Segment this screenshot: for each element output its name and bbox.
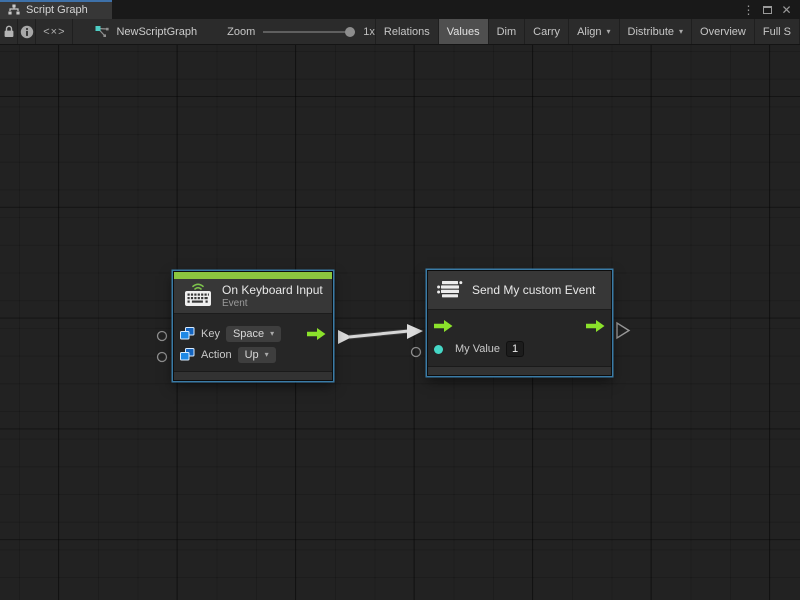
node-header[interactable]: On Keyboard Input Event [174, 279, 332, 313]
input-port-action[interactable] [158, 353, 167, 362]
zoom-slider-handle[interactable] [345, 27, 355, 37]
code-preview-toggle[interactable]: <×> [36, 19, 73, 44]
key-dropdown[interactable]: Space ▾ [226, 326, 281, 342]
tab-script-graph[interactable]: Script Graph [0, 0, 112, 19]
port-label-action: Action [201, 349, 232, 361]
zoom-control: Zoom 1x [227, 19, 375, 44]
control-input-arrow-icon[interactable] [434, 320, 453, 332]
values-button[interactable]: Values [439, 19, 489, 44]
connection-arrowhead [407, 324, 423, 339]
event-color-bar [174, 272, 332, 279]
script-graph-window: Script Graph ⋮ ✕ <×> [0, 0, 800, 600]
node-footer [174, 371, 332, 380]
node-footer [428, 366, 611, 375]
zoom-slider[interactable] [263, 27, 355, 37]
port-label-my-value: My Value [455, 343, 500, 355]
graph-name: NewScriptGraph [116, 26, 197, 38]
node-title: Send My custom Event [472, 283, 595, 297]
align-dropdown-button[interactable]: Align ▾ [569, 19, 619, 44]
node-on-keyboard-input[interactable]: On Keyboard Input Event Key Space ▾ [173, 271, 333, 381]
zoom-label: Zoom [227, 26, 255, 38]
tab-label: Script Graph [26, 4, 88, 16]
chevron-down-icon: ▾ [679, 27, 683, 36]
close-icon[interactable]: ✕ [779, 2, 794, 17]
node-subtitle: Event [222, 298, 323, 309]
tab-accent-line [0, 0, 112, 2]
input-port-key[interactable] [158, 332, 167, 341]
action-dropdown[interactable]: Up ▾ [238, 347, 276, 363]
node-body: Key Space ▾ Action [174, 313, 332, 371]
script-graph-icon [8, 4, 20, 16]
connection-wire-outline [349, 331, 409, 337]
my-value-input[interactable]: 1 [506, 341, 524, 357]
port-row-key: Key Space ▾ [180, 323, 326, 344]
graph-asset-icon [95, 25, 110, 38]
window-menu-icon[interactable]: ⋮ [741, 2, 756, 17]
value-literal-icon [180, 327, 195, 340]
keyboard-icon [183, 283, 213, 309]
control-output-arrow-icon[interactable] [307, 328, 326, 340]
connection-wire[interactable] [349, 331, 409, 337]
graph-toolbar: <×> NewScriptGraph Zoom 1x Relations [0, 19, 800, 45]
port-row-my-value: My Value 1 [434, 338, 605, 360]
window-controls: ⋮ ✕ [741, 0, 800, 19]
custom-event-icon [437, 279, 463, 301]
node-header[interactable]: Send My custom Event [428, 271, 611, 309]
titlebar: Script Graph ⋮ ✕ [0, 0, 800, 19]
maximize-icon[interactable] [760, 2, 775, 17]
dim-button[interactable]: Dim [489, 19, 526, 44]
graph-canvas[interactable]: On Keyboard Input Event Key Space ▾ [0, 45, 800, 600]
fullscreen-button[interactable]: Full S [755, 19, 800, 44]
zoom-slider-track [263, 31, 355, 33]
overview-button[interactable]: Overview [692, 19, 755, 44]
relations-button[interactable]: Relations [376, 19, 439, 44]
lock-button[interactable] [0, 19, 18, 44]
node-body: My Value 1 [428, 309, 611, 366]
control-output-arrow-icon[interactable] [586, 320, 605, 332]
input-port-my-value[interactable] [412, 348, 421, 357]
node-title: On Keyboard Input [222, 283, 323, 297]
chevron-down-icon: ▾ [265, 350, 269, 359]
chevron-down-icon: ▾ [607, 27, 611, 36]
zoom-value: 1x [363, 26, 375, 38]
output-port-trigger[interactable] [338, 330, 352, 344]
chevron-down-icon: ▾ [270, 329, 274, 338]
port-label-key: Key [201, 328, 220, 340]
port-row-action: Action Up ▾ [180, 344, 326, 365]
connections-overlay [0, 45, 800, 600]
output-port-send[interactable] [617, 323, 629, 338]
control-ports-row [434, 316, 605, 336]
info-icon [20, 25, 34, 39]
value-port-dot-icon[interactable] [434, 345, 443, 354]
toolbar-buttons: Relations Values Dim Carry Align ▾ Distr… [375, 19, 800, 44]
graph-asset-reference[interactable]: NewScriptGraph [95, 19, 197, 44]
node-send-my-custom-event[interactable]: Send My custom Event My Value 1 [427, 270, 612, 376]
lock-icon [3, 25, 15, 38]
info-button[interactable] [18, 19, 36, 44]
value-literal-icon [180, 348, 195, 361]
distribute-dropdown-button[interactable]: Distribute ▾ [620, 19, 692, 44]
carry-button[interactable]: Carry [525, 19, 569, 44]
